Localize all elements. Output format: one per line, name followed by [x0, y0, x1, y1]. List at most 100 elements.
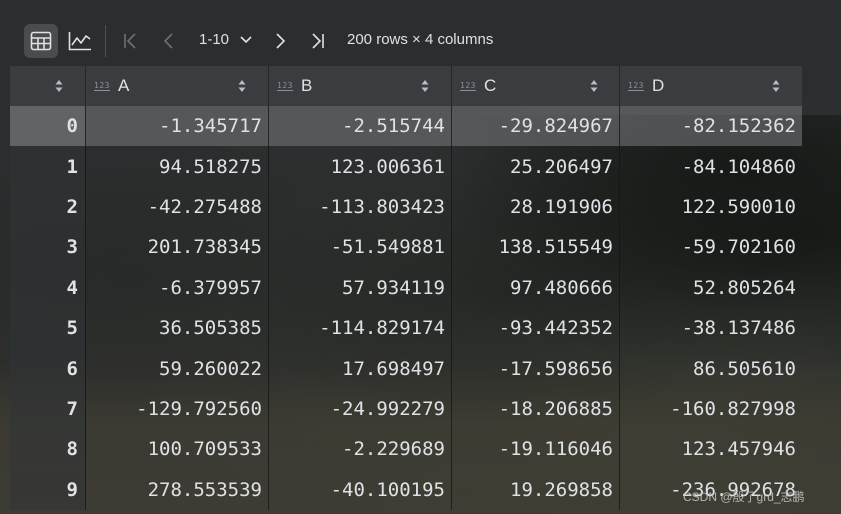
table-cell-c[interactable]: 138.515549 — [452, 227, 620, 268]
last-page-icon — [312, 33, 324, 49]
row-index: 4 — [66, 276, 78, 299]
table-row[interactable]: 6 59.260022 17.698497 -17.598656 86.505610 — [10, 348, 802, 389]
table-cell-a[interactable]: 201.738345 — [86, 227, 269, 268]
row-index: 7 — [66, 397, 78, 420]
row-index-cell[interactable]: 6 — [10, 348, 86, 389]
previous-page-button[interactable] — [152, 24, 186, 58]
table-row[interactable]: 8 100.709533 -2.229689 -19.116046 123.457946 — [10, 429, 802, 470]
table-row[interactable]: 3 201.738345 -51.549881 138.515549 -59.70216… — [10, 227, 802, 268]
row-index-cell[interactable]: 1 — [10, 146, 86, 187]
row-index-cell[interactable]: 4 — [10, 267, 86, 308]
column-header-b[interactable]: 123 B — [269, 66, 452, 106]
table-cell-c[interactable]: -29.824967 — [452, 106, 620, 147]
numeric-type-badge: 123 — [460, 81, 476, 91]
table-cell-a[interactable]: 59.260022 — [86, 348, 269, 389]
row-index-cell[interactable]: 9 — [10, 469, 86, 510]
sort-icon[interactable] — [421, 79, 429, 93]
table-cell-a[interactable]: 94.518275 — [86, 146, 269, 187]
column-header-a[interactable]: 123 A — [86, 66, 269, 106]
table-cell-d[interactable]: -160.827998 — [620, 389, 802, 429]
row-index: 8 — [66, 438, 78, 461]
table-cell-a[interactable]: 100.709533 — [86, 429, 269, 470]
row-index-cell[interactable]: 0 — [10, 106, 86, 147]
table-row[interactable]: 5 36.505385 -114.829174 -93.442352 -38.13748… — [10, 308, 802, 349]
table-row[interactable]: 4 -6.379957 57.934119 97.480666 52.805264 — [10, 267, 802, 308]
table-cell-a[interactable]: -129.792560 — [86, 388, 269, 430]
table-cell-a[interactable]: 278.553539 — [86, 469, 269, 510]
data-table: 123 A 123 B 123 C 123 D 0 -1.345717 -2.5… — [10, 66, 802, 514]
table-cell-b[interactable]: 57.934119 — [269, 267, 452, 308]
table-cell-d[interactable]: 52.805264 — [620, 268, 802, 308]
column-header-c[interactable]: 123 C — [452, 66, 620, 106]
table-cell-c[interactable]: -93.442352 — [452, 308, 620, 349]
page-range-label: 1-10 — [199, 31, 230, 48]
row-index: 1 — [66, 155, 78, 178]
table-cell-a[interactable]: -42.275488 — [86, 186, 269, 228]
sort-icon[interactable] — [55, 79, 63, 93]
table-row[interactable]: 2 -42.275488 -113.803423 28.191906 122.59001… — [10, 186, 802, 228]
first-page-icon — [124, 33, 136, 49]
table-cell-a[interactable]: -6.379957 — [86, 267, 269, 308]
row-index-cell[interactable]: 3 — [10, 227, 86, 268]
table-row[interactable]: 0 -1.345717 -2.515744 -29.824967 -82.152362 — [10, 106, 802, 147]
table-cell-b[interactable]: 123.006361 — [269, 146, 452, 187]
table-cell-a[interactable]: -1.345717 — [86, 106, 269, 147]
toolbar-divider — [105, 25, 106, 57]
line-chart-icon — [68, 32, 91, 51]
row-index: 3 — [66, 236, 78, 259]
table-cell-b[interactable]: -113.803423 — [269, 186, 452, 228]
table-cell-c[interactable]: 28.191906 — [452, 186, 620, 228]
sort-icon[interactable] — [590, 79, 598, 93]
column-header-d[interactable]: 123 D — [620, 66, 802, 106]
index-header[interactable] — [10, 66, 86, 106]
row-index: 5 — [66, 317, 78, 340]
column-name: D — [651, 76, 665, 95]
table-row[interactable]: 7 -129.792560 -24.992279 -18.206885 -160.827… — [10, 388, 802, 430]
table-header: 123 A 123 B 123 C 123 D — [10, 66, 802, 107]
next-page-button[interactable] — [263, 24, 297, 58]
chart-view-button[interactable] — [63, 24, 97, 58]
page-range-select[interactable]: 1-10 — [199, 31, 253, 48]
table-row[interactable]: 1 94.518275 123.006361 25.206497 -84.104860 — [10, 146, 802, 187]
table-cell-b[interactable]: 17.698497 — [269, 348, 452, 389]
table-cell-d[interactable]: -82.152362 — [620, 106, 802, 146]
sort-icon[interactable] — [772, 79, 780, 93]
row-index-cell[interactable]: 7 — [10, 388, 86, 430]
table-cell-b[interactable]: -24.992279 — [269, 388, 452, 430]
table-cell-c[interactable]: 19.269858 — [452, 469, 620, 510]
numeric-type-badge: 123 — [628, 81, 644, 91]
row-index: 9 — [66, 478, 78, 501]
table-cell-b[interactable]: -40.100195 — [269, 469, 452, 510]
table-cell-d[interactable]: 122.590010 — [620, 187, 802, 227]
table-cell-d[interactable]: -59.702160 — [620, 227, 802, 267]
column-name: A — [117, 76, 130, 95]
table-cell-d[interactable]: -84.104860 — [620, 146, 802, 186]
numeric-type-badge: 123 — [94, 81, 110, 91]
chevron-left-icon — [163, 33, 173, 49]
table-cell-c[interactable]: -17.598656 — [452, 348, 620, 389]
last-page-button[interactable] — [301, 24, 335, 58]
row-index-cell[interactable]: 8 — [10, 429, 86, 470]
row-index-cell[interactable]: 2 — [10, 186, 86, 228]
row-index: 2 — [66, 195, 78, 218]
chevron-right-icon — [276, 33, 286, 49]
table-cell-b[interactable]: -114.829174 — [269, 308, 452, 349]
table-cell-a[interactable]: 36.505385 — [86, 308, 269, 349]
table-cell-b[interactable]: -51.549881 — [269, 227, 452, 268]
sort-icon[interactable] — [238, 79, 246, 93]
first-page-button[interactable] — [113, 24, 147, 58]
rows-columns-count: 200 rows × 4 columns — [347, 31, 494, 48]
watermark: CSDN @殷了grd_志鹏 — [683, 490, 805, 504]
table-cell-d[interactable]: 86.505610 — [620, 348, 802, 388]
table-cell-c[interactable]: 25.206497 — [452, 146, 620, 187]
table-cell-d[interactable]: -38.137486 — [620, 308, 802, 348]
table-cell-b[interactable]: -2.515744 — [269, 106, 452, 147]
table-cell-b[interactable]: -2.229689 — [269, 429, 452, 470]
row-index-cell[interactable]: 5 — [10, 308, 86, 349]
table-cell-d[interactable]: 123.457946 — [620, 429, 802, 469]
chevron-down-icon — [240, 36, 252, 44]
table-cell-c[interactable]: -18.206885 — [452, 388, 620, 430]
table-cell-c[interactable]: 97.480666 — [452, 267, 620, 308]
table-view-button[interactable] — [24, 24, 58, 58]
table-cell-c[interactable]: -19.116046 — [452, 429, 620, 470]
